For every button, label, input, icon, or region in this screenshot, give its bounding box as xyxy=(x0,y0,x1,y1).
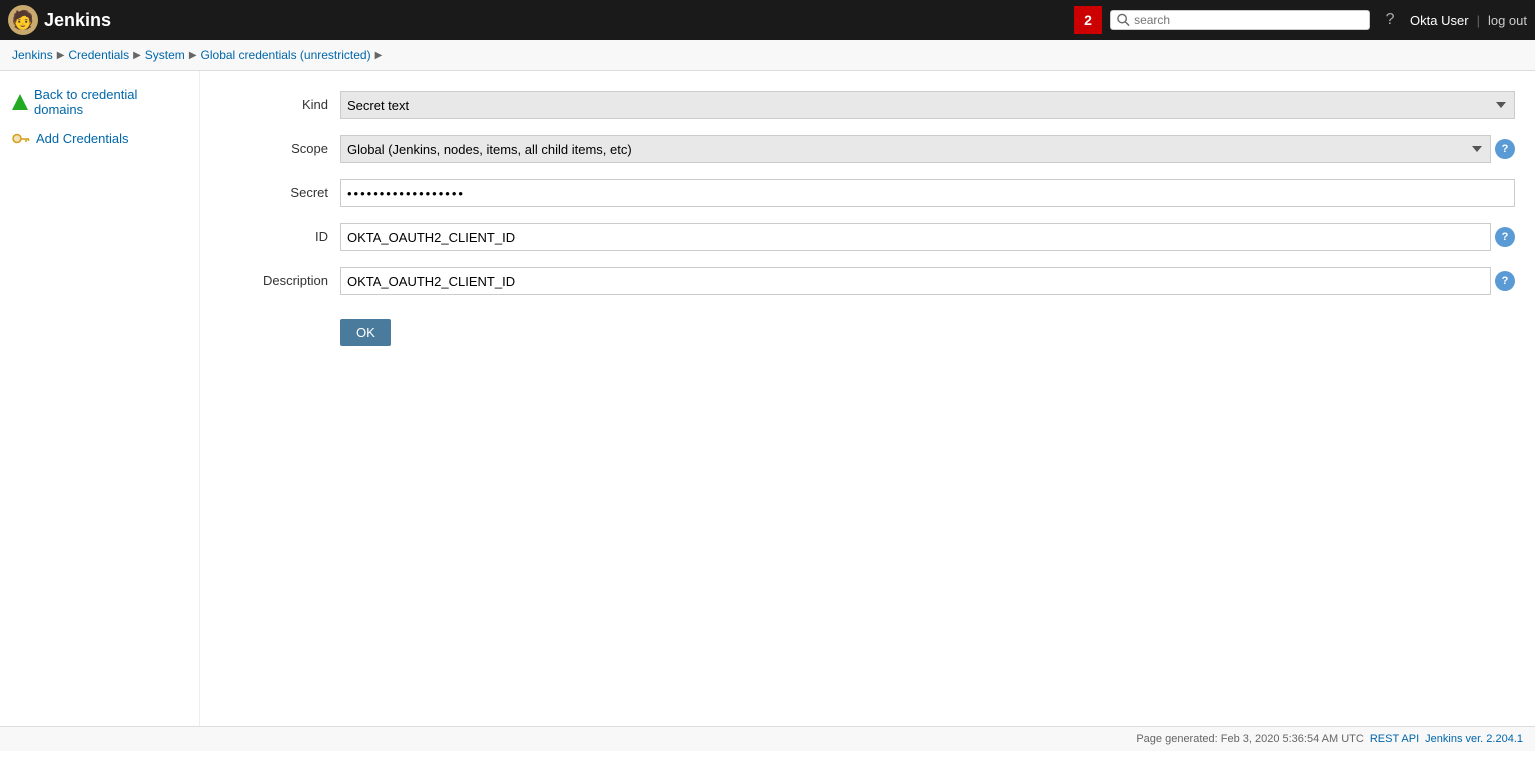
username-label: Okta User xyxy=(1410,13,1469,28)
secret-row: Secret xyxy=(220,179,1515,207)
secret-control-wrap xyxy=(340,179,1515,207)
search-icon xyxy=(1117,13,1130,27)
scope-help-button[interactable]: ? xyxy=(1495,139,1515,159)
breadcrumb: Jenkins ▶ Credentials ▶ System ▶ Global … xyxy=(0,40,1535,71)
breadcrumb-sep-2: ▶ xyxy=(133,50,141,61)
logout-link[interactable]: log out xyxy=(1488,13,1527,28)
sidebar-add-credentials-label: Add Credentials xyxy=(36,131,129,146)
pipe-separator: | xyxy=(1477,13,1480,28)
kind-label: Kind xyxy=(220,91,340,112)
help-icon-button[interactable]: ? xyxy=(1378,8,1402,32)
ok-button[interactable]: OK xyxy=(340,319,391,346)
jenkins-logo[interactable]: 🧑 Jenkins xyxy=(8,5,111,35)
key-icon xyxy=(12,133,30,145)
sidebar-item-add-credentials[interactable]: Add Credentials xyxy=(8,127,191,150)
kind-control-wrap: Secret text Username with password SSH U… xyxy=(340,91,1515,119)
footer: Page generated: Feb 3, 2020 5:36:54 AM U… xyxy=(0,726,1535,751)
main-layout: Back to credential domains Add Credentia… xyxy=(0,71,1535,726)
sidebar-item-back[interactable]: Back to credential domains xyxy=(8,83,191,121)
description-help-button[interactable]: ? xyxy=(1495,271,1515,291)
description-control-wrap: ? xyxy=(340,267,1515,295)
footer-rest-api-link[interactable]: REST API xyxy=(1370,733,1419,745)
jenkins-avatar: 🧑 xyxy=(8,5,38,35)
secret-input[interactable] xyxy=(340,179,1515,207)
up-arrow-icon xyxy=(12,94,28,110)
user-info: Okta User xyxy=(1410,13,1469,28)
secret-label: Secret xyxy=(220,179,340,200)
id-help-button[interactable]: ? xyxy=(1495,227,1515,247)
description-label: Description xyxy=(220,267,340,288)
content-area: Kind Secret text Username with password … xyxy=(200,71,1535,726)
sidebar: Back to credential domains Add Credentia… xyxy=(0,71,200,726)
id-label: ID xyxy=(220,223,340,244)
header: 🧑 Jenkins 2 ? Okta User | log out xyxy=(0,0,1535,40)
id-control-wrap: ? xyxy=(340,223,1515,251)
scope-select[interactable]: Global (Jenkins, nodes, items, all child… xyxy=(340,135,1491,163)
scope-label: Scope xyxy=(220,135,340,156)
scope-control-wrap: Global (Jenkins, nodes, items, all child… xyxy=(340,135,1515,163)
breadcrumb-sep-1: ▶ xyxy=(57,50,65,61)
id-row: ID ? xyxy=(220,223,1515,251)
breadcrumb-system[interactable]: System xyxy=(145,48,185,62)
id-input[interactable] xyxy=(340,223,1491,251)
kind-row: Kind Secret text Username with password … xyxy=(220,91,1515,119)
notification-badge[interactable]: 2 xyxy=(1074,6,1102,34)
ok-row: OK xyxy=(220,311,1515,346)
breadcrumb-sep-3: ▶ xyxy=(189,50,197,61)
footer-version-link[interactable]: Jenkins ver. 2.204.1 xyxy=(1425,733,1523,745)
breadcrumb-sep-4: ▶ xyxy=(375,50,383,61)
kind-select[interactable]: Secret text Username with password SSH U… xyxy=(340,91,1515,119)
sidebar-back-label: Back to credential domains xyxy=(34,87,187,117)
search-input[interactable] xyxy=(1134,13,1363,27)
breadcrumb-global[interactable]: Global credentials (unrestricted) xyxy=(201,48,371,62)
jenkins-title: Jenkins xyxy=(44,10,111,31)
scope-row: Scope Global (Jenkins, nodes, items, all… xyxy=(220,135,1515,163)
breadcrumb-jenkins[interactable]: Jenkins xyxy=(12,48,53,62)
footer-generated-text: Page generated: Feb 3, 2020 5:36:54 AM U… xyxy=(1136,733,1363,745)
breadcrumb-credentials[interactable]: Credentials xyxy=(68,48,129,62)
description-input[interactable] xyxy=(340,267,1491,295)
search-box xyxy=(1110,10,1370,30)
description-row: Description ? xyxy=(220,267,1515,295)
